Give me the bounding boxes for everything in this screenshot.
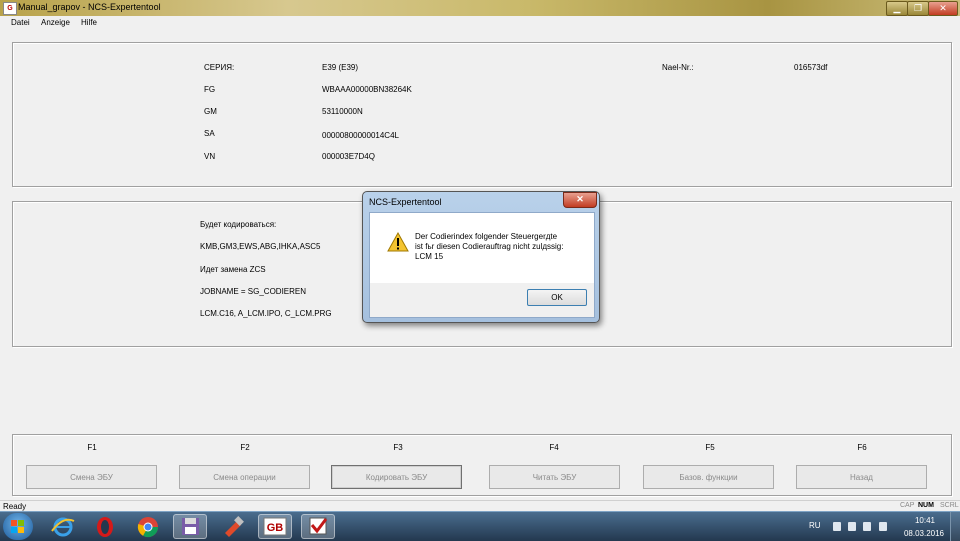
- speaker-icon[interactable]: [863, 522, 871, 531]
- window-title: Manual_grapov - NCS-Expertentool: [18, 2, 161, 12]
- svg-text:GB: GB: [267, 522, 284, 534]
- vn-value: 000003E7D4Q: [322, 152, 375, 161]
- fg-value: WBAAA00000BN38264K: [322, 85, 412, 94]
- internet-explorer-icon[interactable]: [46, 514, 80, 539]
- menu-bar: Datei Anzeige Hilfe: [0, 16, 960, 32]
- coding-line-1: Будет кодироваться:: [200, 220, 277, 229]
- read-ecu-button[interactable]: Читать ЭБУ: [489, 465, 620, 489]
- basic-functions-button[interactable]: Базов. функции: [643, 465, 774, 489]
- fg-label: FG: [204, 85, 216, 94]
- start-button[interactable]: [3, 513, 33, 540]
- floppy-save-icon[interactable]: [173, 514, 207, 539]
- tray-arrow-icon[interactable]: [833, 522, 841, 531]
- chrome-icon[interactable]: [131, 514, 165, 539]
- f2-key-label: F2: [240, 443, 250, 452]
- f6-key-label: F6: [857, 443, 867, 452]
- ncs-expert-icon[interactable]: GB: [258, 514, 292, 539]
- code-ecu-button[interactable]: Кодировать ЭБУ: [331, 465, 462, 489]
- scrl-indicator: SCRL: [940, 502, 959, 509]
- dialog-body: Der Codierindex folgender Steuergerдte i…: [369, 212, 595, 318]
- message-dialog: NCS-Expertentool ✕ Der Codierindex folge…: [362, 191, 600, 323]
- gm-value: 53110000N: [322, 107, 363, 116]
- clock-date[interactable]: 08.03.2016: [900, 529, 948, 538]
- gm-label: GM: [204, 107, 217, 116]
- f5-key-label: F5: [705, 443, 715, 452]
- show-desktop-button[interactable]: [950, 512, 960, 541]
- network-icon[interactable]: [879, 522, 887, 531]
- vn-label: VN: [204, 152, 216, 161]
- dialog-close-button[interactable]: ✕: [563, 192, 597, 208]
- windows-logo-icon: [11, 520, 24, 533]
- warning-icon: [387, 232, 409, 252]
- coding-line-2: KMB,GM3,EWS,ABG,IHKA,ASC5: [200, 242, 321, 251]
- f1-key-label: F1: [87, 443, 97, 452]
- close-button[interactable]: ✕: [928, 1, 958, 16]
- toolbox-icon[interactable]: [216, 514, 250, 539]
- ok-button[interactable]: OK: [527, 289, 587, 306]
- nael-value: 016573df: [794, 63, 828, 72]
- taskbar: GB RU 10:41 08.03.2016: [0, 511, 960, 541]
- sa-value: 00000800000014C4L: [322, 131, 399, 140]
- minimize-button[interactable]: ▁: [886, 1, 908, 16]
- opera-icon[interactable]: [88, 514, 122, 539]
- cap-indicator: CAP: [900, 502, 915, 509]
- series-value: E39 (E39): [322, 63, 359, 72]
- coding-line-4: JOBNAME = SG_CODIEREN: [200, 287, 307, 296]
- coding-line-5: LCM.C16, A_LCM.IPO, C_LCM.PRG: [200, 309, 332, 318]
- num-indicator: NUM: [918, 502, 934, 509]
- coding-line-3: Идет замена ZCS: [200, 265, 266, 274]
- f4-key-label: F4: [549, 443, 559, 452]
- checkbox-app-icon[interactable]: [301, 514, 335, 539]
- dialog-message-area: Der Codierindex folgender Steuergerдte i…: [370, 213, 594, 283]
- menu-anzeige[interactable]: Anzeige: [41, 18, 70, 27]
- change-operation-button[interactable]: Смена операции: [179, 465, 310, 489]
- back-button[interactable]: Назад: [796, 465, 927, 489]
- menu-datei[interactable]: Datei: [11, 18, 30, 27]
- nael-label: Nael-Nr.:: [662, 63, 694, 72]
- maximize-button[interactable]: ❐: [907, 1, 929, 16]
- window-titlebar: G Manual_grapov - NCS-Expertentool ▁ ❐ ✕: [0, 0, 960, 16]
- language-indicator[interactable]: RU: [809, 521, 821, 530]
- change-ecu-button[interactable]: Смена ЭБУ: [26, 465, 157, 489]
- battery-icon[interactable]: [848, 522, 856, 531]
- f3-key-label: F3: [393, 443, 403, 452]
- menu-hilfe[interactable]: Hilfe: [81, 18, 97, 27]
- series-label: СЕРИЯ:: [204, 63, 235, 72]
- sa-label: SA: [204, 129, 215, 138]
- app-icon: G: [3, 2, 17, 15]
- clock-time[interactable]: 10:41: [905, 516, 945, 525]
- dialog-message: Der Codierindex folgender Steuergerдte i…: [415, 232, 564, 261]
- status-text: Ready: [3, 502, 27, 511]
- dialog-title: NCS-Expertentool: [369, 197, 442, 207]
